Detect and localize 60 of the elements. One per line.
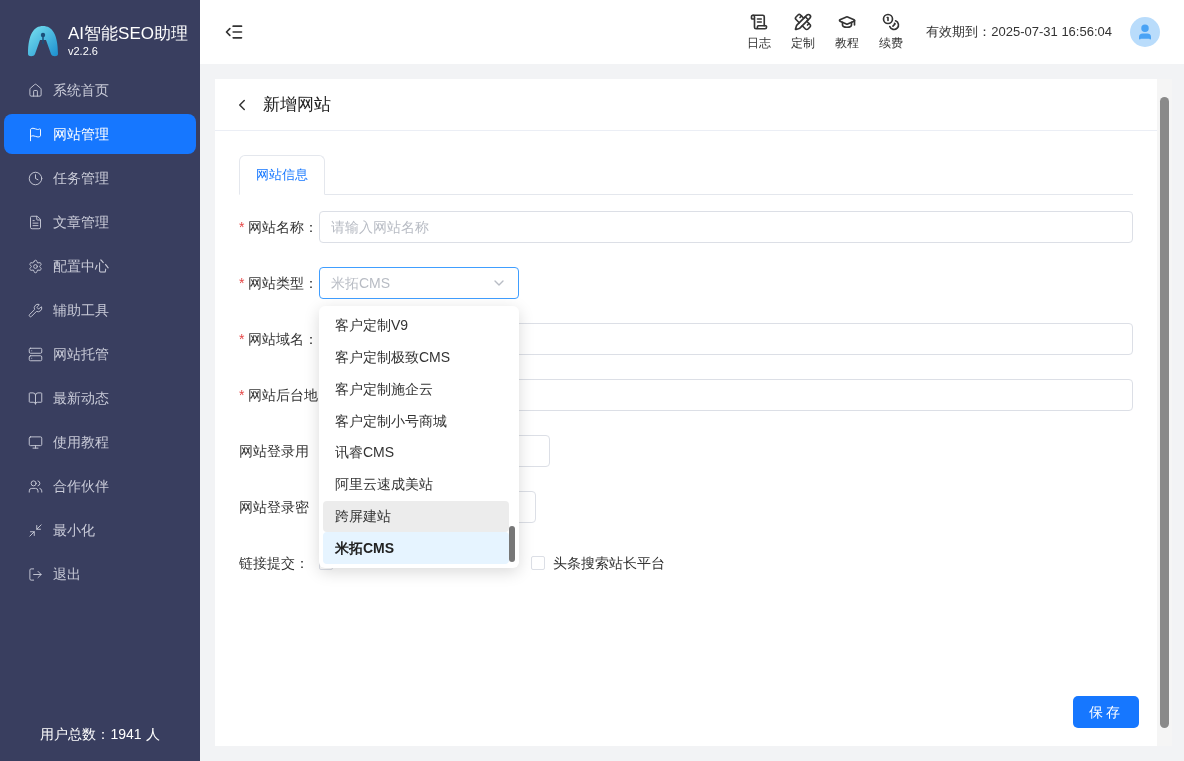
server-icon: [28, 346, 43, 362]
tab[interactable]: 网站信息: [239, 155, 325, 195]
home-icon: [28, 82, 43, 98]
coins-icon: [882, 12, 901, 31]
scrollbar-thumb[interactable]: [1160, 97, 1169, 728]
flag-icon: [28, 126, 43, 142]
avatar[interactable]: [1130, 17, 1160, 47]
sidebar-item[interactable]: 退出: [4, 554, 196, 594]
sidebar-item[interactable]: 系统首页: [4, 70, 196, 110]
logo-icon: [26, 24, 60, 58]
field-label: 网站登录用: [239, 441, 309, 461]
field-label: 链接提交：: [239, 553, 309, 573]
sidebar-item[interactable]: 辅助工具: [4, 290, 196, 330]
app-name: AI智能SEO助理: [68, 24, 188, 44]
scrollbar-thumb[interactable]: [509, 526, 515, 562]
sidebar-item[interactable]: 配置中心: [4, 246, 196, 286]
checkbox-label: 头条搜索站长平台: [553, 553, 665, 573]
logout-icon: [28, 566, 43, 582]
required-mark: *: [239, 273, 245, 293]
clock-icon: [28, 170, 43, 186]
dropdown-option[interactable]: 跨屏建站: [323, 500, 509, 533]
save-button[interactable]: 保存: [1073, 696, 1139, 728]
sidebar-item[interactable]: 文章管理: [4, 202, 196, 242]
required-mark: *: [239, 385, 245, 405]
scroll-icon: [750, 12, 769, 31]
toolbar-button[interactable]: 定制: [788, 12, 819, 52]
sidebar-item[interactable]: 最小化: [4, 510, 196, 550]
wrench-icon: [28, 302, 43, 318]
toolbar-button[interactable]: 教程: [832, 12, 863, 52]
toolbar-button[interactable]: 日志: [744, 12, 775, 52]
pencil-ruler-icon: [794, 12, 813, 31]
toolbar-button[interactable]: 续费: [876, 12, 907, 52]
sidebar-item[interactable]: 网站托管: [4, 334, 196, 374]
field-label: 网站类型：: [248, 273, 319, 293]
minimize-icon: [28, 522, 43, 538]
app-version: v2.2.6: [68, 44, 99, 58]
user-icon: [1136, 23, 1154, 41]
sidebar-item[interactable]: 合作伙伴: [4, 466, 196, 506]
required-mark: *: [239, 329, 245, 349]
sidebar-item[interactable]: 任务管理: [4, 158, 196, 198]
page-title: 新增网站: [263, 93, 331, 116]
user-count: 用户总数：1941 人: [40, 725, 160, 744]
required-mark: *: [239, 217, 245, 237]
menu-icon[interactable]: [224, 22, 244, 42]
field-label: 网站名称：: [248, 217, 319, 237]
sidebar-item[interactable]: 最新动态: [4, 378, 196, 418]
settings-icon: [28, 258, 43, 274]
field-label: 网站后台地: [248, 385, 319, 405]
document-icon: [28, 214, 43, 230]
sidebar-item[interactable]: 使用教程: [4, 422, 196, 462]
book-icon: [28, 390, 43, 406]
people-icon: [28, 478, 43, 494]
dropdown-option[interactable]: 米拓CMS: [323, 532, 509, 564]
monitor-icon: [28, 434, 43, 450]
field-label: 网站登录密: [239, 497, 309, 517]
text-field[interactable]: 请输入网站名称: [319, 211, 1133, 243]
checkbox[interactable]: [531, 556, 545, 570]
sidebar-item[interactable]: 网站管理: [4, 114, 196, 154]
expiry-text: 有效期到：2025-07-31 16:56:04: [926, 23, 1112, 42]
field-label: 网站域名：: [248, 329, 319, 349]
